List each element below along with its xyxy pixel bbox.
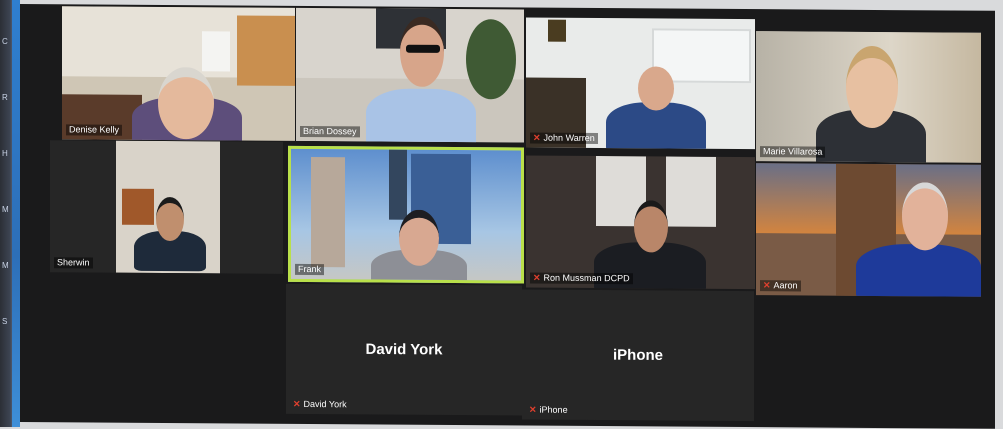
- video-tile[interactable]: ✕ Aaron: [756, 163, 981, 297]
- video-tile[interactable]: Denise Kelly: [62, 6, 295, 141]
- video-tile[interactable]: Sherwin: [50, 140, 283, 274]
- muted-mic-icon: ✕: [533, 132, 541, 143]
- cabinet: [122, 188, 154, 225]
- edge-letter: H: [2, 149, 8, 158]
- participant-name-label: Brian Dossey: [300, 125, 360, 138]
- person-head: [156, 196, 184, 242]
- building: [389, 149, 407, 220]
- participant-name-label: Denise Kelly: [66, 124, 123, 136]
- video-tile-active-speaker[interactable]: Frank: [288, 145, 524, 284]
- video-tile[interactable]: ✕ Ron Mussman DCPD: [526, 155, 755, 290]
- video-tile-camera-off[interactable]: iPhone ✕ iPhone: [522, 289, 754, 422]
- cabinet: [237, 15, 295, 86]
- video-tile[interactable]: ✕ John Warren: [526, 17, 755, 150]
- participant-name-label: Marie Villarosa: [760, 146, 826, 158]
- person-head: [902, 182, 948, 251]
- participant-name-label: ✕ Aaron: [760, 280, 801, 292]
- window: [202, 31, 230, 72]
- video-tile-camera-off[interactable]: David York ✕ David York: [286, 283, 522, 416]
- zoom-gallery-view: Denise Kelly Brian Dossey ✕ John Warren M…: [20, 4, 995, 429]
- desktop-edge-letters: C R H M M S: [2, 14, 12, 350]
- plant: [466, 19, 516, 100]
- muted-mic-icon: ✕: [763, 280, 771, 291]
- desktop-edge: [12, 0, 20, 427]
- edge-letter: S: [2, 317, 8, 326]
- person-body: [856, 243, 981, 297]
- person-head: [634, 200, 668, 253]
- muted-mic-icon: ✕: [529, 404, 537, 415]
- participant-name-label: Frank: [295, 263, 325, 276]
- muted-mic-icon: ✕: [533, 272, 541, 283]
- window: [666, 156, 716, 227]
- edge-letter: R: [2, 93, 8, 102]
- person-head: [399, 209, 439, 266]
- participant-name-label: Sherwin: [54, 257, 93, 269]
- video-tile[interactable]: Brian Dossey: [296, 7, 524, 143]
- edge-letter: M: [2, 205, 9, 214]
- glasses: [406, 44, 440, 53]
- participant-name-label: ✕ David York: [293, 398, 347, 410]
- edge-letter: M: [2, 261, 9, 270]
- edge-letter: C: [2, 37, 8, 46]
- person-head: [158, 66, 214, 140]
- badge-emblem: [548, 19, 566, 42]
- participant-name-label: ✕ Ron Mussman DCPD: [530, 272, 633, 285]
- participant-display-name: iPhone: [612, 346, 663, 364]
- muted-mic-icon: ✕: [293, 398, 301, 409]
- building: [311, 157, 345, 268]
- participant-display-name: David York: [365, 340, 443, 359]
- participant-name-label: ✕ iPhone: [529, 404, 568, 415]
- person-body: [366, 88, 476, 143]
- video-tile[interactable]: Marie Villarosa: [756, 31, 981, 163]
- person-head: [846, 45, 898, 129]
- participant-name-label: ✕ John Warren: [530, 132, 598, 145]
- person-head: [638, 66, 674, 111]
